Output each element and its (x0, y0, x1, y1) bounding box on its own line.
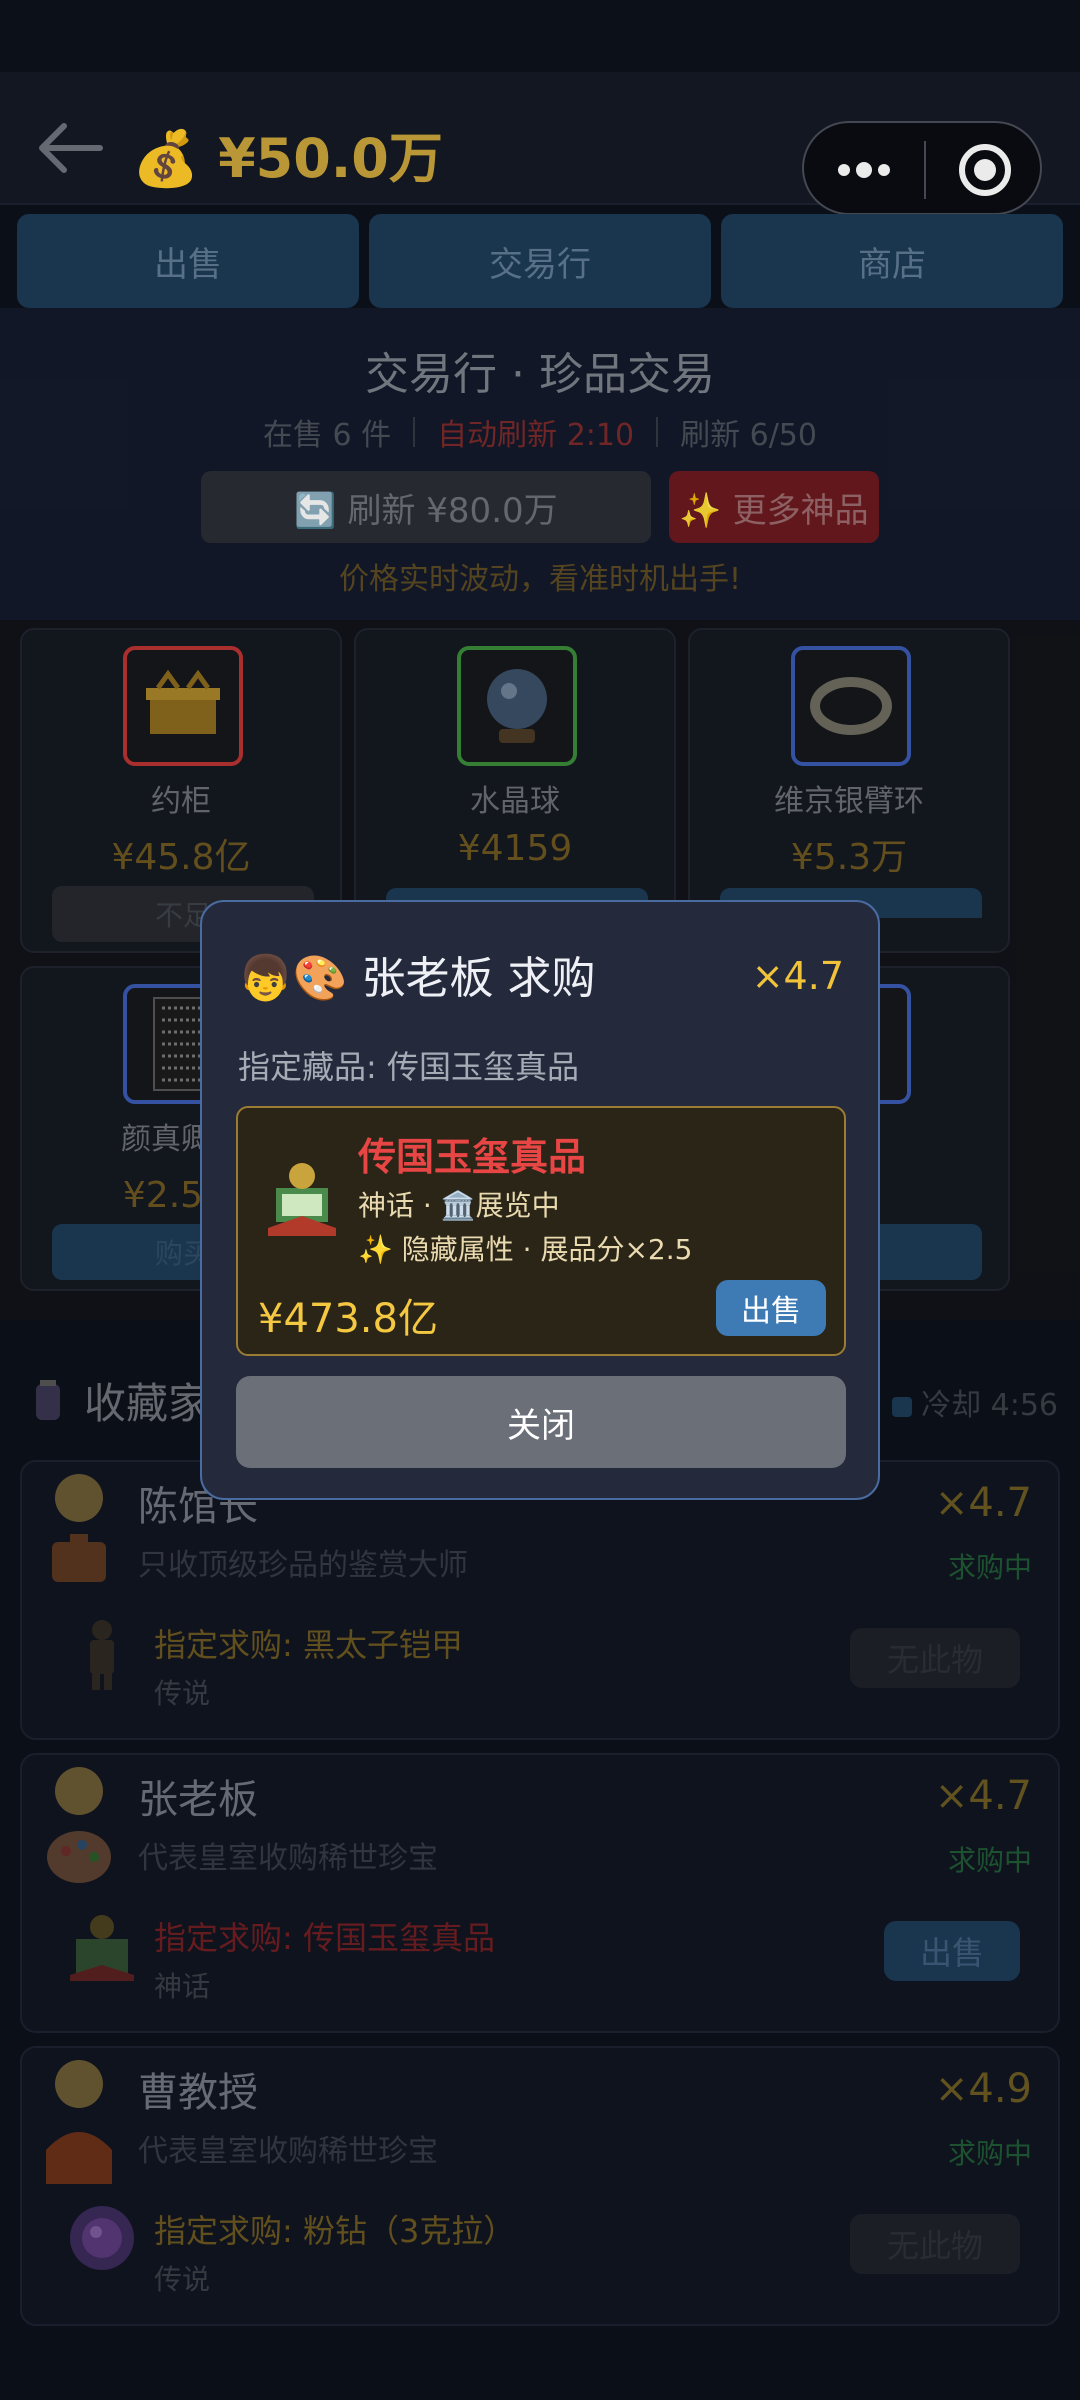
divider (413, 417, 416, 447)
item-hidden-attribute: ✨ 隐藏属性 · 展品分×2.5 (358, 1233, 693, 1266)
back-arrow-icon[interactable] (30, 118, 110, 178)
armor-icon (62, 1612, 142, 1692)
arm-ring-icon (791, 646, 911, 766)
close-button[interactable]: 关闭 (236, 1376, 846, 1468)
request-text: 指定求购: 粉钻（3克拉） (154, 2212, 516, 2250)
item-price: ¥4159 (457, 828, 573, 869)
cooldown-icon (891, 1396, 912, 1417)
collector-desc: 代表皇室收购稀世珍宝 (138, 2134, 438, 2169)
avatar (34, 1468, 124, 1598)
auto-refresh-timer: 自动刷新 2:10 (437, 418, 635, 453)
money-value: ¥50.0万 (218, 127, 443, 190)
refresh-button[interactable]: 🔄 刷新 ¥80.0万 (201, 471, 651, 543)
refresh-count: 刷新 6/50 (680, 418, 817, 453)
status-badge: 求购中 (947, 1844, 1032, 1877)
item-name: 传国玉玺真品 (358, 1135, 587, 1179)
on-sale-count: 在售 6 件 (263, 418, 392, 453)
collector-name: 张老板 (138, 1777, 258, 1823)
item-price: ¥473.8亿 (258, 1296, 438, 1342)
money-balance: 💰 ¥50.0万 (132, 114, 443, 193)
rarity-text: 传说 (154, 1677, 211, 1710)
status-badge: 求购中 (947, 2137, 1032, 2170)
item-price: ¥5.3万 (790, 837, 908, 878)
avatar (34, 1761, 124, 1891)
item-price: ¥45.8亿 (111, 837, 251, 878)
collector-multiplier: ×4.7 (934, 1773, 1032, 1819)
collector-desc: 只收顶级珍品的鉴赏大师 (138, 1548, 468, 1583)
crystal-ball-icon (457, 646, 577, 766)
jade-seal-icon (62, 1905, 142, 1985)
modal-multiplier: ×4.7 (751, 954, 844, 998)
collector-card: 张老板 代表皇室收购稀世珍宝 ×4.7 求购中 指定求购: 传国玉玺真品 神话 … (20, 1753, 1060, 2033)
close-target-icon[interactable] (926, 123, 1044, 217)
jade-seal-icon (262, 1158, 342, 1238)
cooldown-timer: 冷却 4:56 (891, 1380, 1058, 1424)
sell-button[interactable]: 出售 (716, 1280, 826, 1336)
tab-trading[interactable]: 交易行 (369, 214, 711, 308)
potion-icon (28, 1378, 68, 1424)
requested-item-card: 传国玉玺真品 神话 · 🏛️展览中 ✨ 隐藏属性 · 展品分×2.5 ¥473.… (236, 1106, 846, 1356)
collector-card: 曹教授 代表皇室收购稀世珍宝 ×4.9 求购中 指定求购: 粉钻（3克拉） 传说… (20, 2046, 1060, 2326)
modal-title: 👦🎨 张老板 求购 (238, 953, 596, 1004)
collector-multiplier: ×4.7 (934, 1480, 1032, 1526)
collector-name: 曹教授 (138, 2070, 258, 2116)
collectors-title: 收藏家 (84, 1379, 211, 1428)
request-text: 指定求购: 传国玉玺真品 (154, 1919, 495, 1957)
more-options-icon[interactable] (804, 123, 924, 217)
avatar (34, 2054, 124, 2184)
cooldown-text: 冷却 4:56 (921, 1388, 1058, 1423)
collector-card: 陈馆长 只收顶级珍品的鉴赏大师 ×4.7 求购中 指定求购: 黑太子铠甲 传说 … (20, 1460, 1060, 1740)
mini-program-capsule (802, 121, 1042, 215)
rarity-text: 神话 (154, 1970, 211, 2003)
rarity-text: 传说 (154, 2263, 211, 2296)
pink-diamond-icon (62, 2198, 142, 2278)
unavailable-button[interactable]: 无此物 (850, 1628, 1020, 1688)
item-name: 约柜 (151, 784, 211, 819)
price-hint: 价格实时波动，看准时机出手! (338, 562, 742, 597)
request-text: 指定求购: 黑太子铠甲 (154, 1626, 463, 1664)
money-bag-icon: 💰 (132, 127, 200, 190)
item-name: 维京银臂环 (774, 784, 924, 819)
tab-sell[interactable]: 出售 (17, 214, 359, 308)
market-stats: 在售 6 件 自动刷新 2:10 刷新 6/50 (0, 410, 1080, 454)
page-title: 交易行 · 珍品交易 (365, 349, 715, 400)
sell-button[interactable]: 出售 (884, 1921, 1020, 1981)
modal-subtitle: 指定藏品: 传国玉玺真品 (238, 1048, 579, 1086)
collector-desc: 代表皇室收购稀世珍宝 (138, 1841, 438, 1876)
collector-multiplier: ×4.9 (934, 2066, 1032, 2112)
more-items-button[interactable]: ✨ 更多神品 (669, 471, 879, 543)
purchase-modal: 👦🎨 张老板 求购 ×4.7 指定藏品: 传国玉玺真品 传国玉玺真品 神话 · … (200, 900, 880, 1500)
unavailable-button[interactable]: 无此物 (850, 2214, 1020, 2274)
divider (656, 417, 659, 447)
tab-shop[interactable]: 商店 (721, 214, 1063, 308)
status-badge: 求购中 (947, 1551, 1032, 1584)
item-rarity-status: 神话 · 🏛️展览中 (358, 1189, 560, 1222)
item-name: 水晶球 (470, 784, 560, 819)
ark-icon (123, 646, 243, 766)
status-strip (0, 0, 1080, 72)
